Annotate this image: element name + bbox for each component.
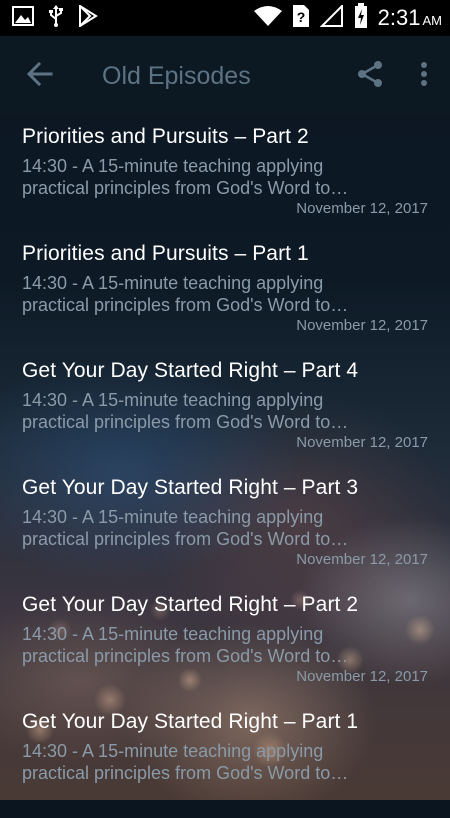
episode-item[interactable]: Priorities and Pursuits – Part 2 14:30 -… (0, 116, 450, 233)
episode-item[interactable]: Get Your Day Started Right – Part 1 14:3… (0, 701, 450, 818)
episode-description: 14:30 - A 15-minute teaching applying pr… (22, 272, 428, 316)
episode-description-line: 14:30 - A 15-minute teaching applying (22, 507, 324, 527)
episode-title: Get Your Day Started Right – Part 3 (22, 476, 359, 499)
episode-title: Get Your Day Started Right – Part 2 (22, 593, 359, 616)
back-button[interactable] (0, 36, 80, 116)
episode-description-line: practical principles from God's Word to… (22, 412, 349, 432)
episode-item[interactable]: Get Your Day Started Right – Part 4 14:3… (0, 350, 450, 467)
episode-item[interactable]: Get Your Day Started Right – Part 3 14:3… (0, 467, 450, 584)
episode-title: Priorities and Pursuits – Part 1 (22, 242, 309, 265)
svg-text:?: ? (296, 9, 305, 25)
episode-description-line: 14:30 - A 15-minute teaching applying (22, 156, 324, 176)
episode-description: 14:30 - A 15-minute teaching applying pr… (22, 389, 428, 433)
episode-date: November 12, 2017 (296, 317, 428, 334)
episode-description-line: practical principles from God's Word to… (22, 529, 349, 549)
episode-description: 14:30 - A 15-minute teaching applying pr… (22, 623, 428, 667)
wifi-icon (253, 5, 282, 32)
more-vert-icon (420, 61, 428, 92)
share-icon (356, 60, 384, 93)
episode-description-line: 14:30 - A 15-minute teaching applying (22, 741, 324, 761)
sim-unknown-icon: ? (292, 4, 310, 33)
episode-description: 14:30 - A 15-minute teaching applying pr… (22, 740, 428, 784)
play-store-icon (78, 3, 98, 32)
image-icon (12, 5, 34, 31)
clock-ampm: AM (422, 13, 443, 28)
episode-description-line: 14:30 - A 15-minute teaching applying (22, 273, 324, 293)
clock: 2:31 AM (378, 5, 442, 31)
share-button[interactable] (342, 36, 398, 116)
episode-date: November 12, 2017 (296, 551, 428, 568)
battery-charging-icon (354, 2, 368, 34)
usb-icon (48, 4, 64, 32)
app-bar: Old Episodes (0, 36, 450, 116)
episode-date: November 12, 2017 (296, 434, 428, 451)
clock-time: 2:31 (377, 5, 421, 30)
episode-description-line: practical principles from God's Word to… (22, 646, 349, 666)
episode-item[interactable]: Get Your Day Started Right – Part 2 14:3… (0, 584, 450, 701)
episode-description: 14:30 - A 15-minute teaching applying pr… (22, 506, 428, 550)
status-bar: ? 2:31 AM (0, 0, 450, 36)
more-options-button[interactable] (398, 36, 450, 116)
episode-description-line: practical principles from God's Word to… (22, 178, 349, 198)
episode-date: November 12, 2017 (296, 200, 428, 217)
cell-signal-icon (319, 3, 344, 32)
episode-title: Get Your Day Started Right – Part 4 (22, 359, 359, 382)
episode-description-line: 14:30 - A 15-minute teaching applying (22, 390, 324, 410)
episode-title: Priorities and Pursuits – Part 2 (22, 125, 309, 148)
episode-description-line: practical principles from God's Word to… (22, 295, 349, 315)
episode-description: 14:30 - A 15-minute teaching applying pr… (22, 155, 428, 199)
episode-item[interactable]: Priorities and Pursuits – Part 1 14:30 -… (0, 233, 450, 350)
page-title: Old Episodes (102, 61, 251, 90)
episode-description-line: practical principles from God's Word to… (22, 763, 349, 783)
episode-description-line: 14:30 - A 15-minute teaching applying (22, 624, 324, 644)
episode-title: Get Your Day Started Right – Part 1 (22, 710, 359, 733)
episode-date: November 12, 2017 (296, 668, 428, 685)
episode-list: Priorities and Pursuits – Part 2 14:30 -… (0, 116, 450, 818)
arrow-back-icon (26, 61, 53, 92)
